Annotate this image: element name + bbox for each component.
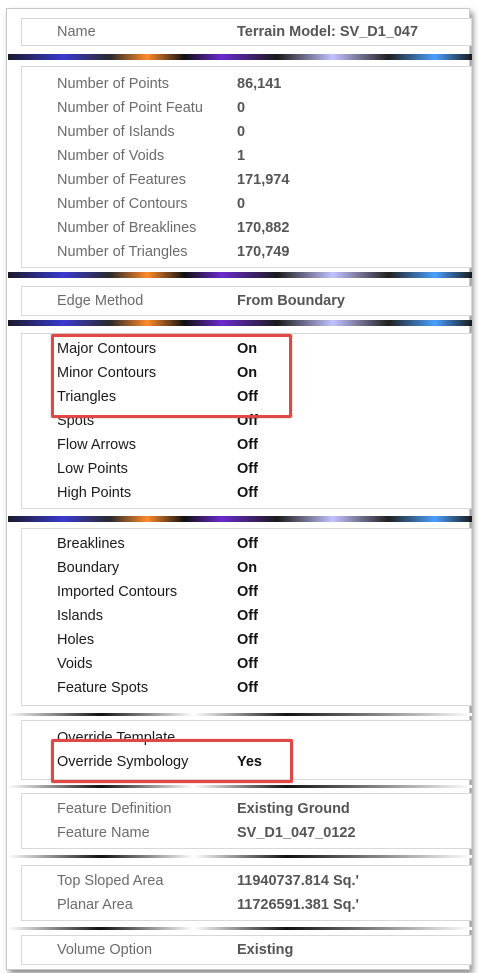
property-row[interactable]: Number of Features 171,974 — [22, 169, 471, 191]
property-row[interactable]: Number of Breaklines 170,882 — [22, 217, 471, 239]
property-label: Feature Name — [57, 825, 150, 841]
section-separator — [8, 320, 472, 326]
property-row-name[interactable]: Name Terrain Model: SV_D1_047 — [22, 21, 471, 43]
section-separator — [8, 785, 472, 788]
property-row-feature-spots[interactable]: Feature Spots Off — [22, 677, 471, 699]
property-label: Low Points — [57, 461, 128, 477]
property-row-volume-option[interactable]: Volume Option Existing — [22, 939, 471, 961]
area-group: Top Sloped Area 11940737.814 Sq.' Planar… — [21, 865, 472, 921]
property-row[interactable]: Number of Points 86,141 — [22, 73, 471, 95]
property-value: 0 — [237, 124, 246, 140]
property-value: Off — [237, 608, 258, 624]
property-row-feature-definition[interactable]: Feature Definition Existing Ground — [22, 798, 471, 820]
property-value: From Boundary — [237, 293, 345, 309]
section-separator — [8, 927, 472, 930]
property-label: Number of Points — [57, 76, 170, 92]
property-value: Off — [237, 461, 258, 477]
property-label: Number of Voids — [57, 148, 165, 164]
property-value: 170,882 — [237, 220, 290, 236]
volume-group: Volume Option Existing — [21, 935, 472, 965]
property-row[interactable]: Number of Islands 0 — [22, 121, 471, 143]
property-label: Islands — [57, 608, 103, 624]
statistics-group: Number of Points 86,141 Number of Point … — [21, 66, 472, 268]
property-label: Boundary — [57, 560, 120, 576]
property-label: Voids — [57, 656, 93, 672]
property-label: Feature Definition — [57, 801, 172, 817]
property-value: Off — [237, 485, 258, 501]
property-value: 11940737.814 Sq.' — [237, 873, 359, 889]
property-label: Breaklines — [57, 536, 125, 552]
property-label: Holes — [57, 632, 95, 648]
section-separator — [8, 272, 472, 278]
property-value: 11726591.381 Sq.' — [237, 897, 359, 913]
property-label: Feature Spots — [57, 680, 149, 696]
highlight-box — [51, 739, 293, 783]
section-separator — [8, 516, 472, 522]
property-row-high-points[interactable]: High Points Off — [22, 482, 471, 504]
property-label: Number of Contours — [57, 196, 188, 212]
property-value: Terrain Model: SV_D1_047 — [237, 24, 419, 40]
property-value: Existing Ground — [237, 801, 350, 817]
property-row-boundary[interactable]: Boundary On — [22, 557, 471, 579]
property-label: Name — [57, 24, 96, 40]
property-label: Imported Contours — [57, 584, 178, 600]
property-row-low-points[interactable]: Low Points Off — [22, 458, 471, 480]
property-label: Edge Method — [57, 293, 144, 309]
property-value: Off — [237, 680, 258, 696]
property-row[interactable]: Number of Voids 1 — [22, 145, 471, 167]
property-row-edge-method[interactable]: Edge Method From Boundary — [22, 290, 471, 312]
property-value: Existing — [237, 942, 294, 958]
property-label: Number of Triangles — [57, 244, 188, 260]
property-row-top-sloped-area[interactable]: Top Sloped Area 11940737.814 Sq.' — [22, 870, 471, 892]
property-row-holes[interactable]: Holes Off — [22, 629, 471, 651]
property-label: High Points — [57, 485, 132, 501]
property-row-feature-name[interactable]: Feature Name SV_D1_047_0122 — [22, 822, 471, 844]
property-row[interactable]: Number of Contours 0 — [22, 193, 471, 215]
property-row-islands[interactable]: Islands Off — [22, 605, 471, 627]
property-row-breaklines[interactable]: Breaklines Off — [22, 533, 471, 555]
section-separator — [8, 713, 472, 716]
name-group: Name Terrain Model: SV_D1_047 — [21, 18, 472, 46]
property-value: 170,749 — [237, 244, 290, 260]
property-row-planar-area[interactable]: Planar Area 11726591.381 Sq.' — [22, 894, 471, 916]
property-value: Off — [237, 632, 258, 648]
property-value: SV_D1_047_0122 — [237, 825, 356, 841]
property-row[interactable]: Number of Triangles 170,749 — [22, 241, 471, 263]
property-value: Off — [237, 536, 258, 552]
property-value: Off — [237, 584, 258, 600]
property-value: Off — [237, 656, 258, 672]
edge-method-group: Edge Method From Boundary — [21, 286, 472, 316]
property-value: 86,141 — [237, 76, 282, 92]
property-value: 171,974 — [237, 172, 290, 188]
property-value: 0 — [237, 196, 246, 212]
property-label: Top Sloped Area — [57, 873, 164, 889]
property-label: Number of Point Featu — [57, 100, 203, 116]
property-label: Volume Option — [57, 942, 153, 958]
section-separator — [8, 54, 472, 60]
property-row-flow-arrows[interactable]: Flow Arrows Off — [22, 434, 471, 456]
property-value: On — [237, 560, 258, 576]
property-label: Number of Islands — [57, 124, 175, 140]
property-value: Off — [237, 437, 258, 453]
section-separator — [8, 855, 472, 858]
property-label: Number of Features — [57, 172, 186, 188]
features-group: Breaklines Off Boundary On Imported Cont… — [21, 528, 472, 706]
property-label: Flow Arrows — [57, 437, 136, 453]
property-label: Number of Breaklines — [57, 220, 197, 236]
property-row[interactable]: Number of Point Featu 0 — [22, 97, 471, 119]
highlight-box — [51, 334, 292, 418]
property-label: Planar Area — [57, 897, 133, 913]
definition-group: Feature Definition Existing Ground Featu… — [21, 793, 472, 849]
property-row-voids[interactable]: Voids Off — [22, 653, 471, 675]
property-value: 0 — [237, 100, 246, 116]
property-row-imported-contours[interactable]: Imported Contours Off — [22, 581, 471, 603]
property-value: 1 — [237, 148, 246, 164]
